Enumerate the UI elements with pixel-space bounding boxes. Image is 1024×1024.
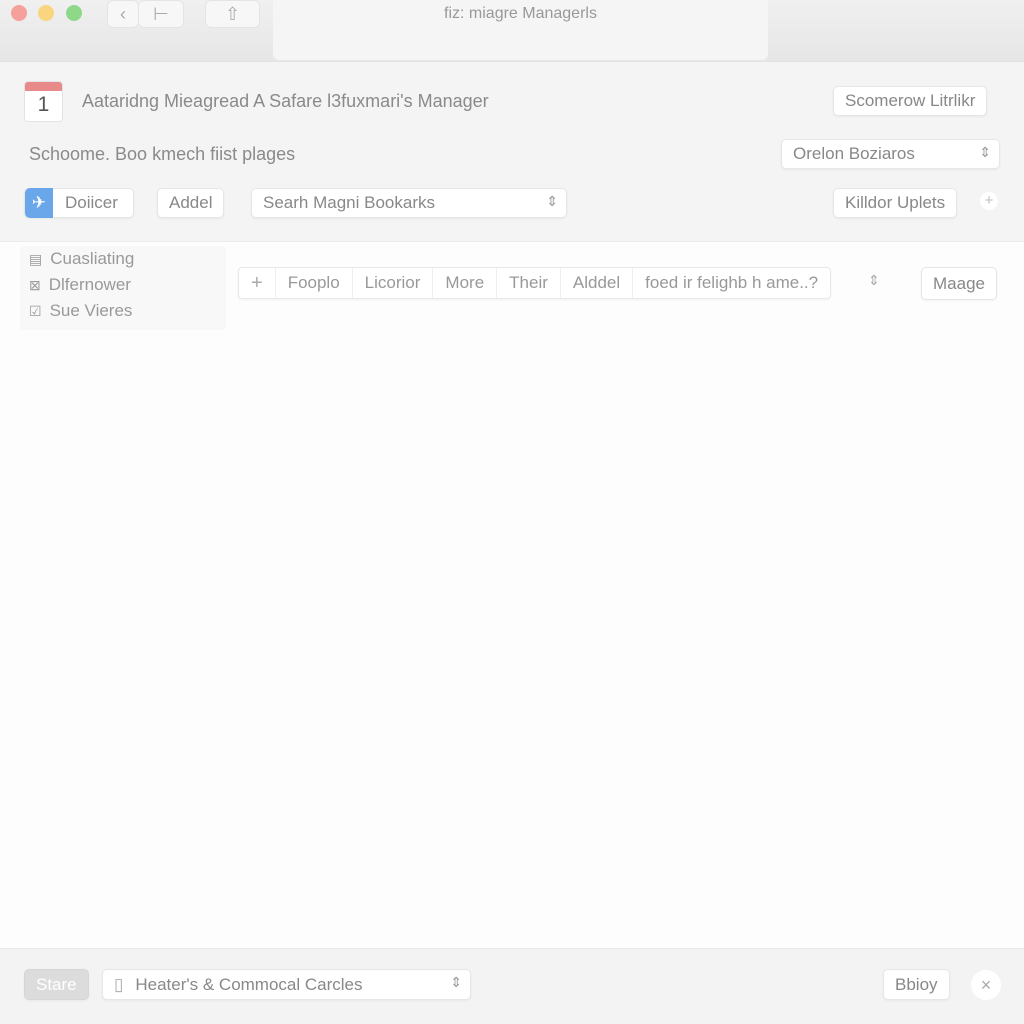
list-icon: ▤ (29, 250, 43, 267)
add-tab-button[interactable]: + (239, 268, 276, 298)
manage-button[interactable]: Maage (921, 267, 997, 300)
sidebar-item-label: Sue Vieres (49, 301, 133, 320)
search-bookmarks-select[interactable]: Searh Magni Bookarks ⇕ (251, 188, 567, 218)
sort-select[interactable]: Orelon Boziaros ⇕ (781, 139, 1000, 169)
close-icon[interactable]: × (971, 970, 1001, 1000)
tab[interactable]: More (433, 268, 498, 298)
minimize-window-button[interactable] (38, 5, 54, 21)
title-bar: ‹ ⊢ ⇧ fiz: miagre Managerls (0, 0, 1024, 62)
tab[interactable]: Alddel (561, 268, 634, 298)
back-button[interactable]: ‹ (107, 0, 139, 28)
tab-bar: + Fooplo Licorior More Their Alddel foed… (238, 267, 832, 299)
subtitle: Schoome. Boo kmech fiist plages (29, 144, 296, 164)
sidebar-item-label: Cuasliating (50, 249, 135, 268)
calendar-icon: 1 (24, 81, 63, 122)
sidebar-item-label: Dlfernower (48, 275, 131, 294)
chevron-updown-icon[interactable]: ⇕ (868, 272, 880, 289)
close-window-button[interactable] (11, 5, 27, 21)
tab[interactable]: Fooplo (276, 268, 353, 298)
share-button[interactable]: ⇧ (205, 0, 260, 28)
window-title: fiz: miagre Managerls (444, 5, 597, 22)
address-bar[interactable]: fiz: miagre Managerls (273, 0, 768, 60)
primary-button[interactable]: ✈ Doiicer (24, 188, 134, 218)
share-icon: ⇧ (224, 3, 241, 24)
sidebar: ▤ Cuasliating ⊠ Dlfernower ☑ Sue Vieres (20, 246, 226, 330)
calendar-day: 1 (37, 93, 50, 116)
clipboard-icon: ▯ (114, 974, 124, 994)
plus-icon[interactable]: + (980, 192, 998, 210)
add-button[interactable]: Addel (157, 188, 225, 218)
footer-select-value: Heater's & Commocal Carcles (135, 974, 363, 994)
right-action-button[interactable]: Killdor Uplets (833, 188, 958, 218)
store-button[interactable]: Stare (24, 969, 89, 1000)
sidebar-item[interactable]: ⊠ Dlfernower (20, 272, 226, 298)
chevron-updown-icon: ⇕ (979, 144, 991, 160)
sidebar-item[interactable]: ▤ Cuasliating (20, 246, 226, 272)
sidebar-item[interactable]: ☑ Sue Vieres (20, 298, 226, 324)
sidebar-icon: ⊢ (153, 3, 169, 24)
checkbox-icon: ☑ (29, 302, 42, 319)
sort-select-value: Orelon Boziaros (793, 144, 915, 163)
chevron-updown-icon: ⇕ (450, 974, 462, 990)
back-icon: ‹ (120, 3, 126, 24)
maximize-window-button[interactable] (66, 5, 82, 21)
page-title: Aataridng Mieagread A Safare l3fuxmari's… (82, 91, 489, 111)
footer-select[interactable]: ▯ Heater's & Commocal Carcles ⇕ (102, 969, 471, 1000)
chevron-updown-icon: ⇕ (546, 193, 558, 209)
tab[interactable]: foed ir felighb h ame..? (633, 268, 830, 298)
tab[interactable]: Licorior (353, 268, 434, 298)
sidebar-toggle-button[interactable]: ⊢ (139, 0, 184, 28)
tab[interactable]: Their (497, 268, 561, 298)
box-icon: ⊠ (29, 276, 41, 293)
app-icon: ✈ (25, 188, 53, 218)
primary-button-label: Doiicer (65, 193, 118, 212)
footer-right-button[interactable]: Bbioy (883, 969, 950, 1000)
search-select-value: Searh Magni Bookarks (263, 193, 435, 212)
top-right-button[interactable]: Scomerow Litrlikr (833, 86, 988, 116)
